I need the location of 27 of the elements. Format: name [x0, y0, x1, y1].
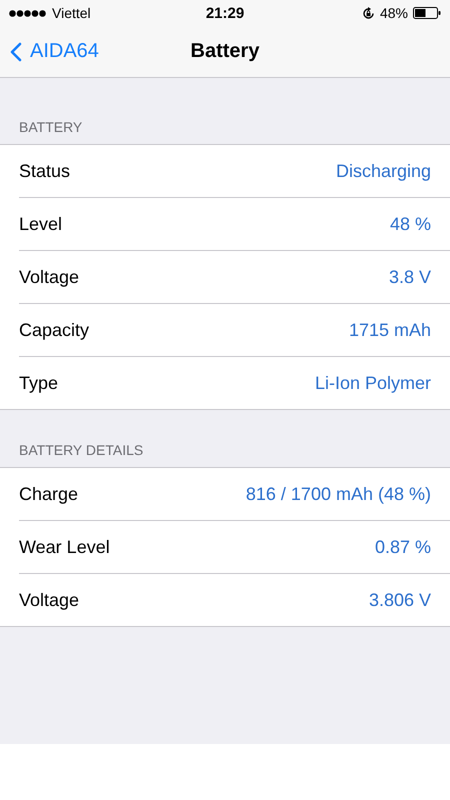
signal-icon	[9, 10, 47, 16]
back-button[interactable]: AIDA64	[0, 40, 99, 63]
row-value: 1715 mAh	[348, 320, 431, 340]
section-header: BATTERY DETAILS	[19, 442, 144, 458]
row-value: 816 / 1700 mAh (48 %)	[246, 484, 431, 504]
row-value: 3.806 V	[368, 590, 431, 610]
row-value: Li-Ion Polymer	[314, 372, 431, 394]
row-label: Type	[19, 372, 58, 394]
row-label: Capacity	[19, 320, 90, 340]
chevron-left-icon	[10, 42, 22, 62]
row-label: Voltage	[19, 590, 80, 610]
row-label: Wear Level	[19, 536, 110, 558]
row-value: 3.8 V	[388, 266, 431, 288]
row-label: Charge	[19, 484, 78, 504]
row-value: 48 %	[390, 214, 431, 234]
row-label: Voltage	[19, 266, 80, 288]
row-value: 0.87 %	[374, 536, 431, 558]
battery-percent: 48%	[380, 5, 408, 21]
carrier-name: Viettel	[52, 5, 91, 21]
row-label: Level	[19, 214, 62, 234]
section-header: BATTERY	[19, 118, 82, 134]
row-label: Status	[19, 160, 70, 182]
row-value: Discharging	[336, 160, 431, 182]
screen-title: Battery	[190, 40, 260, 63]
clock-time: 21:29	[206, 4, 244, 22]
rotation-lock-icon	[362, 6, 375, 20]
battery-icon	[413, 7, 441, 19]
